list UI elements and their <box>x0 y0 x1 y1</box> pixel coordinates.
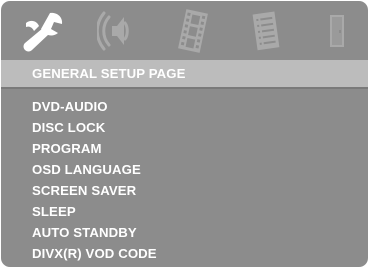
door-exit-icon <box>330 15 344 47</box>
setup-menu-screen: GENERAL SETUP PAGE DVD-AUDIO DISC LOCK P… <box>1 1 368 267</box>
menu-item-auto-standby[interactable]: AUTO STANDBY <box>32 222 157 243</box>
menu-item-screen-saver[interactable]: SCREEN SAVER <box>32 180 157 201</box>
film-icon <box>178 9 208 53</box>
tab-audio-setup[interactable] <box>89 7 145 55</box>
speaker-icon <box>97 11 129 51</box>
menu-item-program[interactable]: PROGRAM <box>32 138 157 159</box>
tab-general-setup[interactable] <box>15 7 71 55</box>
tab-exit-setup[interactable] <box>309 7 365 55</box>
setup-tab-bar <box>1 1 368 59</box>
wrench-icon <box>23 12 63 52</box>
setup-options-list: DVD-AUDIO DISC LOCK PROGRAM OSD LANGUAGE… <box>32 96 157 264</box>
document-list-icon <box>252 11 280 51</box>
tab-video-setup[interactable] <box>165 7 221 55</box>
menu-item-disc-lock[interactable]: DISC LOCK <box>32 117 157 138</box>
menu-item-osd-language[interactable]: OSD LANGUAGE <box>32 159 157 180</box>
menu-item-sleep[interactable]: SLEEP <box>32 201 157 222</box>
page-title: GENERAL SETUP PAGE <box>32 66 186 81</box>
menu-item-divx-vod-code[interactable]: DIVX(R) VOD CODE <box>32 243 157 264</box>
menu-item-dvd-audio[interactable]: DVD-AUDIO <box>32 96 157 117</box>
tab-preference-setup[interactable] <box>237 7 293 55</box>
title-divider <box>1 87 368 89</box>
